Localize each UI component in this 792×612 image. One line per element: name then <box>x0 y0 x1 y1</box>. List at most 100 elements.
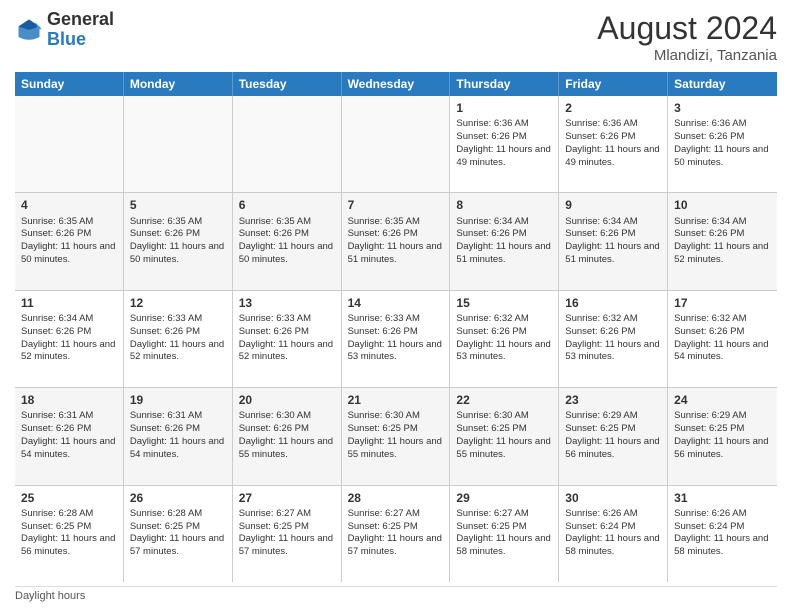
day-cell-14: 14Sunrise: 6:33 AM Sunset: 6:26 PM Dayli… <box>342 291 451 387</box>
logo: General Blue <box>15 10 114 50</box>
day-cell-21: 21 Sunrise: 6:30 AM Sunset: 6:25 PM Dayli… <box>342 388 451 484</box>
day-info: Sunrise: 6:34 AM Sunset: 6:26 PM Dayligh… <box>456 216 550 265</box>
day-info: Sunrise: 6:27 AM Sunset: 6:25 PM Dayligh… <box>348 508 442 557</box>
day-cell-13: 13 Sunrise: 6:33 AM Sunset: 6:26 PM Dayli… <box>233 291 342 387</box>
footer-note: Daylight hours <box>15 586 777 602</box>
day-info: Sunrise: 6:34 AM Sunset: 6:26 PM Dayligh… <box>565 216 659 265</box>
day-number: 5 <box>130 197 226 213</box>
day-info: Sunrise: 6:28 AM Sunset: 6:25 PM Dayligh… <box>21 508 115 557</box>
day-cell-31: 31 Sunrise: 6:26 AM Sunset: 6:24 PM Dayli… <box>668 486 777 582</box>
day-number: 3 <box>674 100 771 116</box>
empty-cell <box>124 96 233 192</box>
day-info: Sunrise: 6:34 AM Sunset: 6:26 PM Dayligh… <box>674 216 768 265</box>
day-cell-8: 8 Sunrise: 6:34 AM Sunset: 6:26 PM Daylig… <box>450 193 559 289</box>
empty-cell <box>342 96 451 192</box>
logo-blue-text: Blue <box>47 29 86 49</box>
day-cell-7: 7Sunrise: 6:35 AM Sunset: 6:26 PM Daylig… <box>342 193 451 289</box>
day-cell-25: 25 Sunrise: 6:28 AM Sunset: 6:25 PM Dayli… <box>15 486 124 582</box>
calendar-body: 1 Sunrise: 6:36 AM Sunset: 6:26 PM Daylig… <box>15 96 777 582</box>
day-number: 23 <box>565 392 661 408</box>
day-info: Sunrise: 6:30 AM Sunset: 6:25 PM Dayligh… <box>456 410 550 459</box>
day-info: Sunrise: 6:30 AM Sunset: 6:26 PM Dayligh… <box>239 410 333 459</box>
calendar-header: Sunday Monday Tuesday Wednesday Thursday… <box>15 72 777 96</box>
day-cell-12: 12 Sunrise: 6:33 AM Sunset: 6:26 PM Dayli… <box>124 291 233 387</box>
day-cell-16: 16Sunrise: 6:32 AM Sunset: 6:26 PM Dayli… <box>559 291 668 387</box>
day-cell-29: 29 Sunrise: 6:27 AM Sunset: 6:25 PM Dayli… <box>450 486 559 582</box>
day-number: 18 <box>21 392 117 408</box>
month-year: August 2024 <box>597 10 777 47</box>
header-sunday: Sunday <box>15 72 124 96</box>
day-number: 29 <box>456 490 552 506</box>
day-cell-19: 19 Sunrise: 6:31 AM Sunset: 6:26 PM Dayli… <box>124 388 233 484</box>
day-number: 14 <box>348 295 444 311</box>
calendar-week-5: 25 Sunrise: 6:28 AM Sunset: 6:25 PM Dayli… <box>15 486 777 582</box>
day-cell-22: 22 Sunrise: 6:30 AM Sunset: 6:25 PM Dayli… <box>450 388 559 484</box>
day-number: 1 <box>456 100 552 116</box>
day-cell-18: 18 Sunrise: 6:31 AM Sunset: 6:26 PM Dayli… <box>15 388 124 484</box>
calendar-week-4: 18 Sunrise: 6:31 AM Sunset: 6:26 PM Dayli… <box>15 388 777 485</box>
day-info: Sunrise: 6:32 AM Sunset: 6:26 PM Dayligh… <box>456 313 550 362</box>
day-info: Sunrise: 6:30 AM Sunset: 6:25 PM Dayligh… <box>348 410 442 459</box>
header-friday: Friday <box>559 72 668 96</box>
day-info: Sunrise: 6:33 AM Sunset: 6:26 PM Dayligh… <box>239 313 333 362</box>
day-number: 10 <box>674 197 771 213</box>
day-number: 20 <box>239 392 335 408</box>
header: General Blue August 2024 Mlandizi, Tanza… <box>15 10 777 64</box>
logo-icon <box>15 16 43 44</box>
day-cell-26: 26 Sunrise: 6:28 AM Sunset: 6:25 PM Dayli… <box>124 486 233 582</box>
day-number: 12 <box>130 295 226 311</box>
day-number: 16 <box>565 295 661 311</box>
day-info: Sunrise: 6:35 AM Sunset: 6:26 PM Dayligh… <box>239 216 333 265</box>
day-info: Sunrise: 6:35 AM Sunset: 6:26 PM Dayligh… <box>21 216 115 265</box>
title-block: August 2024 Mlandizi, Tanzania <box>597 10 777 64</box>
day-number: 19 <box>130 392 226 408</box>
day-cell-27: 27 Sunrise: 6:27 AM Sunset: 6:25 PM Dayli… <box>233 486 342 582</box>
day-cell-30: 30 Sunrise: 6:26 AM Sunset: 6:24 PM Dayli… <box>559 486 668 582</box>
day-cell-28: 28Sunrise: 6:27 AM Sunset: 6:25 PM Dayli… <box>342 486 451 582</box>
day-info: Sunrise: 6:33 AM Sunset: 6:26 PM Dayligh… <box>130 313 224 362</box>
day-info: Sunrise: 6:31 AM Sunset: 6:26 PM Dayligh… <box>130 410 224 459</box>
day-number: 27 <box>239 490 335 506</box>
day-info: Sunrise: 6:36 AM Sunset: 6:26 PM Dayligh… <box>674 118 768 167</box>
day-number: 26 <box>130 490 226 506</box>
day-number: 22 <box>456 392 552 408</box>
empty-cell <box>233 96 342 192</box>
day-info: Sunrise: 6:26 AM Sunset: 6:24 PM Dayligh… <box>565 508 659 557</box>
day-info: Sunrise: 6:35 AM Sunset: 6:26 PM Dayligh… <box>348 216 442 265</box>
logo-general-text: General <box>47 9 114 29</box>
day-cell-4: 4 Sunrise: 6:35 AM Sunset: 6:26 PM Daylig… <box>15 193 124 289</box>
day-number: 6 <box>239 197 335 213</box>
day-info: Sunrise: 6:31 AM Sunset: 6:26 PM Dayligh… <box>21 410 115 459</box>
day-info: Sunrise: 6:27 AM Sunset: 6:25 PM Dayligh… <box>239 508 333 557</box>
day-info: Sunrise: 6:29 AM Sunset: 6:25 PM Dayligh… <box>565 410 659 459</box>
calendar-week-2: 4 Sunrise: 6:35 AM Sunset: 6:26 PM Daylig… <box>15 193 777 290</box>
day-cell-9: 9 Sunrise: 6:34 AM Sunset: 6:26 PM Daylig… <box>559 193 668 289</box>
day-number: 31 <box>674 490 771 506</box>
day-cell-24: 24 Sunrise: 6:29 AM Sunset: 6:25 PM Dayli… <box>668 388 777 484</box>
header-monday: Monday <box>124 72 233 96</box>
empty-cell <box>15 96 124 192</box>
day-number: 8 <box>456 197 552 213</box>
day-cell-17: 17Sunrise: 6:32 AM Sunset: 6:26 PM Dayli… <box>668 291 777 387</box>
day-number: 24 <box>674 392 771 408</box>
header-wednesday: Wednesday <box>342 72 451 96</box>
day-cell-5: 5Sunrise: 6:35 AM Sunset: 6:26 PM Daylig… <box>124 193 233 289</box>
day-number: 11 <box>21 295 117 311</box>
page: General Blue August 2024 Mlandizi, Tanza… <box>0 0 792 612</box>
day-info: Sunrise: 6:29 AM Sunset: 6:25 PM Dayligh… <box>674 410 768 459</box>
day-number: 13 <box>239 295 335 311</box>
day-cell-3: 3 Sunrise: 6:36 AM Sunset: 6:26 PM Daylig… <box>668 96 777 192</box>
day-number: 2 <box>565 100 661 116</box>
day-cell-10: 10 Sunrise: 6:34 AM Sunset: 6:26 PM Dayli… <box>668 193 777 289</box>
day-number: 25 <box>21 490 117 506</box>
header-tuesday: Tuesday <box>233 72 342 96</box>
day-number: 9 <box>565 197 661 213</box>
day-info: Sunrise: 6:28 AM Sunset: 6:25 PM Dayligh… <box>130 508 224 557</box>
day-number: 21 <box>348 392 444 408</box>
day-info: Sunrise: 6:27 AM Sunset: 6:25 PM Dayligh… <box>456 508 550 557</box>
day-cell-11: 11Sunrise: 6:34 AM Sunset: 6:26 PM Dayli… <box>15 291 124 387</box>
calendar-week-1: 1 Sunrise: 6:36 AM Sunset: 6:26 PM Daylig… <box>15 96 777 193</box>
day-info: Sunrise: 6:26 AM Sunset: 6:24 PM Dayligh… <box>674 508 768 557</box>
day-number: 4 <box>21 197 117 213</box>
day-number: 30 <box>565 490 661 506</box>
